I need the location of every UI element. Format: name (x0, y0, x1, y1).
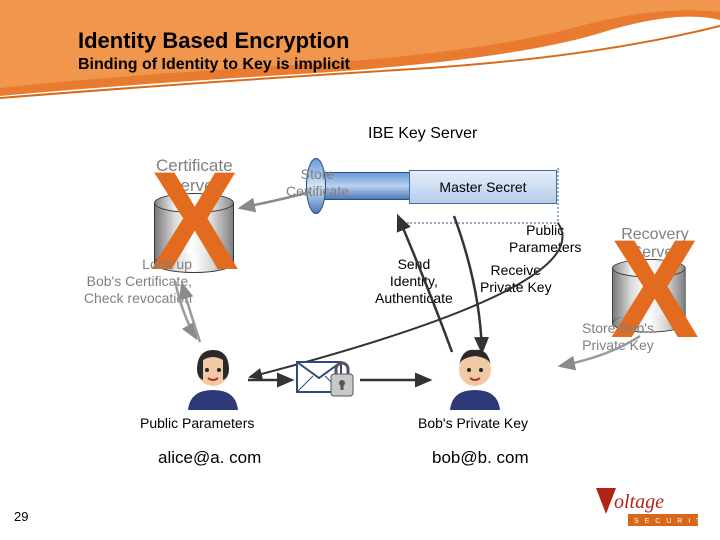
receive-key-label: Receive Private Key (480, 262, 552, 296)
send-identity-label: Send Identity, Authenticate (375, 256, 453, 306)
page-title: Identity Based Encryption (78, 28, 349, 54)
text: Identity, (390, 273, 438, 289)
bob-icon (440, 340, 510, 410)
text: Store Bob's (582, 320, 654, 336)
page-number: 29 (14, 509, 28, 524)
text: Parameters (509, 239, 581, 255)
svg-text:oltage: oltage (614, 491, 664, 513)
text: Send (398, 256, 431, 272)
text: Receive (491, 262, 542, 278)
public-parameters-label-bottom: Public Parameters (140, 415, 254, 431)
public-parameters-label-top: Public Parameters (509, 222, 581, 256)
text: Store (301, 166, 334, 182)
text: Private Key (480, 279, 552, 295)
master-secret-box: Master Secret (409, 170, 557, 204)
lookup-certificate-label: Look up Bob's Certificate, Check revocat… (72, 256, 192, 306)
text: Look up (142, 256, 192, 272)
text: Authenticate (375, 290, 453, 306)
voltage-logo: oltage S E C U R I T Y (590, 484, 700, 530)
page-subtitle: Binding of Identity to Key is implicit (78, 56, 350, 74)
text: Bob's Certificate, (87, 273, 192, 289)
store-bob-key-label: Store Bob's Private Key (582, 320, 654, 354)
alice-icon (178, 340, 248, 410)
svg-text:S E C U R I T Y: S E C U R I T Y (634, 518, 700, 525)
bobs-private-key-label: Bob's Private Key (418, 415, 528, 431)
text: Private Key (582, 337, 654, 353)
alice-email: alice@a. com (158, 448, 261, 468)
ibe-key-server-label: IBE Key Server (368, 125, 477, 143)
store-certificate-label: Store Certificate (286, 166, 349, 200)
encrypted-message-icon (296, 356, 358, 405)
text: Certificate (286, 183, 349, 199)
bob-email: bob@b. com (432, 448, 529, 468)
text: Check revocation (84, 290, 192, 306)
text: Master Secret (439, 179, 526, 195)
text: Public (526, 222, 564, 238)
